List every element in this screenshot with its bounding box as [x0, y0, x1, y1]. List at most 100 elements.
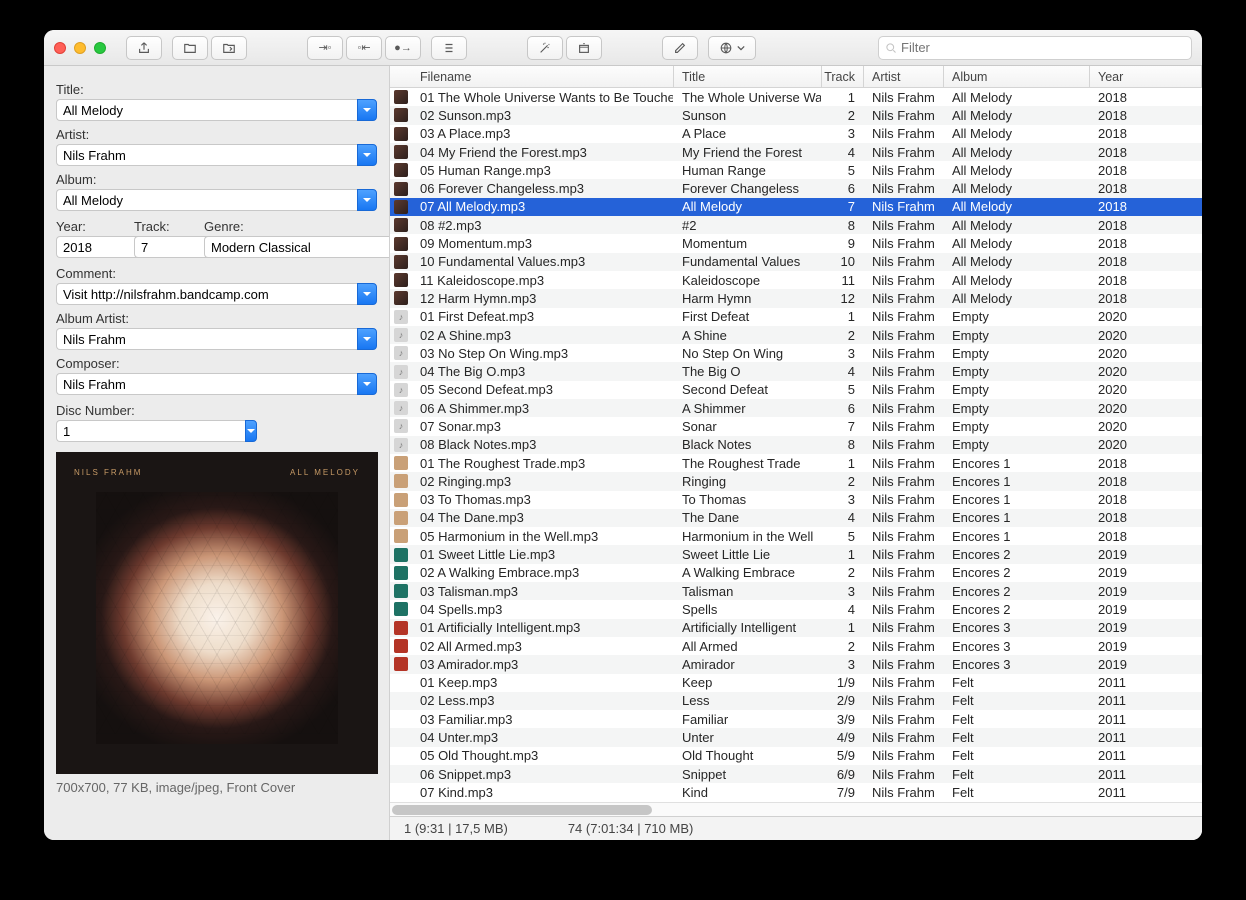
- cell-filename: 05 Old Thought.mp3: [412, 747, 674, 765]
- comment-field[interactable]: [56, 283, 377, 305]
- edit-button[interactable]: [662, 36, 698, 60]
- table-row[interactable]: 02 All Armed.mp3All Armed2Nils FrahmEnco…: [390, 637, 1202, 655]
- table-row[interactable]: 09 Momentum.mp3Momentum9Nils FrahmAll Me…: [390, 234, 1202, 252]
- open-folder-button[interactable]: [172, 36, 208, 60]
- table-row[interactable]: 04 My Friend the Forest.mp3My Friend the…: [390, 143, 1202, 161]
- artist-input[interactable]: [56, 144, 357, 166]
- title-field[interactable]: [56, 99, 377, 121]
- table-row[interactable]: 03 No Step On Wing.mp3No Step On Wing3Ni…: [390, 344, 1202, 362]
- genre-field[interactable]: [204, 236, 390, 258]
- table-row[interactable]: 01 The Roughest Trade.mp3The Roughest Tr…: [390, 454, 1202, 472]
- table-row[interactable]: 05 Old Thought.mp3Old Thought5/9Nils Fra…: [390, 747, 1202, 765]
- filter-search[interactable]: [878, 36, 1192, 60]
- cell-filename: 11 Kaleidoscope.mp3: [412, 271, 674, 289]
- archive-button[interactable]: [566, 36, 602, 60]
- table-row[interactable]: 02 Less.mp3Less2/9Nils FrahmFelt2011: [390, 692, 1202, 710]
- table-row[interactable]: 02 Sunson.mp3Sunson2Nils FrahmAll Melody…: [390, 106, 1202, 124]
- table-row[interactable]: 05 Harmonium in the Well.mp3Harmonium in…: [390, 527, 1202, 545]
- comment-dropdown[interactable]: [357, 283, 377, 305]
- share-button[interactable]: [126, 36, 162, 60]
- track-field[interactable]: [134, 236, 196, 258]
- copy-button[interactable]: ●→: [385, 36, 421, 60]
- edit-icon: [673, 41, 687, 55]
- col-track[interactable]: Track: [822, 66, 864, 87]
- table-row[interactable]: 02 Ringing.mp3Ringing2Nils FrahmEncores …: [390, 472, 1202, 490]
- title-input[interactable]: [56, 99, 357, 121]
- album-art[interactable]: NILS FRAHM ALL MELODY: [56, 452, 378, 774]
- composer-input[interactable]: [56, 373, 357, 395]
- table-row[interactable]: 04 The Big O.mp3The Big O4Nils FrahmEmpt…: [390, 362, 1202, 380]
- composer-dropdown[interactable]: [357, 373, 377, 395]
- table-row[interactable]: 02 A Shine.mp3A Shine2Nils FrahmEmpty202…: [390, 326, 1202, 344]
- table-row[interactable]: 05 Human Range.mp3Human Range5Nils Frahm…: [390, 161, 1202, 179]
- minimize-window-button[interactable]: [74, 42, 86, 54]
- table-row[interactable]: 08 Black Notes.mp3Black Notes8Nils Frahm…: [390, 436, 1202, 454]
- disc-number-field[interactable]: [56, 420, 156, 442]
- table-row[interactable]: 03 Amirador.mp3Amirador3Nils FrahmEncore…: [390, 655, 1202, 673]
- col-year[interactable]: Year: [1090, 66, 1202, 87]
- col-filename[interactable]: Filename: [412, 66, 674, 87]
- album-artist-field[interactable]: [56, 328, 377, 350]
- table-row[interactable]: 05 Second Defeat.mp3Second Defeat5Nils F…: [390, 381, 1202, 399]
- horizontal-scrollbar[interactable]: [390, 802, 1202, 816]
- album-artist-dropdown[interactable]: [357, 328, 377, 350]
- wand-button[interactable]: [527, 36, 563, 60]
- col-album[interactable]: Album: [944, 66, 1090, 87]
- table-rows[interactable]: 01 The Whole Universe Wants to Be Touche…: [390, 88, 1202, 802]
- table-row[interactable]: 07 Kind.mp3Kind7/9Nils FrahmFelt2011: [390, 783, 1202, 801]
- disc-number-input[interactable]: [56, 420, 245, 442]
- artist-dropdown[interactable]: [357, 144, 377, 166]
- scroll-thumb[interactable]: [392, 805, 652, 815]
- album-dropdown[interactable]: [357, 189, 377, 211]
- table-row[interactable]: 02 A Walking Embrace.mp3A Walking Embrac…: [390, 564, 1202, 582]
- table-row[interactable]: 03 Familiar.mp3Familiar3/9Nils FrahmFelt…: [390, 710, 1202, 728]
- cell-track: 1/9: [822, 674, 864, 692]
- globe-dropdown[interactable]: [708, 36, 756, 60]
- table-row[interactable]: 01 The Whole Universe Wants to Be Touche…: [390, 88, 1202, 106]
- col-icon[interactable]: [390, 66, 412, 87]
- table-row[interactable]: 08 #2.mp3#28Nils FrahmAll Melody2018: [390, 216, 1202, 234]
- col-artist[interactable]: Artist: [864, 66, 944, 87]
- table-row[interactable]: 01 Sweet Little Lie.mp3Sweet Little Lie1…: [390, 545, 1202, 563]
- table-row[interactable]: 06 Forever Changeless.mp3Forever Changel…: [390, 179, 1202, 197]
- cell-filename: 02 Ringing.mp3: [412, 472, 674, 490]
- list-button[interactable]: [431, 36, 467, 60]
- cell-artist: Nils Frahm: [864, 381, 944, 399]
- disc-number-dropdown[interactable]: [245, 420, 257, 442]
- album-swatch: [394, 419, 408, 433]
- table-row[interactable]: 12 Harm Hymn.mp3Harm Hymn12Nils FrahmAll…: [390, 289, 1202, 307]
- album-input[interactable]: [56, 189, 357, 211]
- album-field[interactable]: [56, 189, 377, 211]
- table-row[interactable]: 06 A Shimmer.mp3A Shimmer6Nils FrahmEmpt…: [390, 399, 1202, 417]
- table-row[interactable]: 01 First Defeat.mp3First Defeat1Nils Fra…: [390, 308, 1202, 326]
- year-field[interactable]: [56, 236, 126, 258]
- close-window-button[interactable]: [54, 42, 66, 54]
- table-row[interactable]: 01 Artificially Intelligent.mp3Artificia…: [390, 619, 1202, 637]
- zoom-window-button[interactable]: [94, 42, 106, 54]
- table-row[interactable]: 06 Snippet.mp3Snippet6/9Nils FrahmFelt20…: [390, 765, 1202, 783]
- table-row[interactable]: 07 All Melody.mp3All Melody7Nils FrahmAl…: [390, 198, 1202, 216]
- comment-input[interactable]: [56, 283, 357, 305]
- cell-year: 2018: [1090, 253, 1202, 271]
- table-row[interactable]: 04 Unter.mp3Unter4/9Nils FrahmFelt2011: [390, 728, 1202, 746]
- composer-field[interactable]: [56, 373, 377, 395]
- table-row[interactable]: 10 Fundamental Values.mp3Fundamental Val…: [390, 253, 1202, 271]
- title-dropdown[interactable]: [357, 99, 377, 121]
- col-title[interactable]: Title: [674, 66, 822, 87]
- album-artist-input[interactable]: [56, 328, 357, 350]
- table-row[interactable]: 11 Kaleidoscope.mp3Kaleidoscope11Nils Fr…: [390, 271, 1202, 289]
- file-to-tag-button[interactable]: ◦⇤: [346, 36, 382, 60]
- table-row[interactable]: 03 To Thomas.mp3To Thomas3Nils FrahmEnco…: [390, 491, 1202, 509]
- filter-input[interactable]: [901, 40, 1185, 55]
- table-row[interactable]: 03 A Place.mp3A Place3Nils FrahmAll Melo…: [390, 125, 1202, 143]
- table-row[interactable]: 04 The Dane.mp3The Dane4Nils FrahmEncore…: [390, 509, 1202, 527]
- table-row[interactable]: 07 Sonar.mp3Sonar7Nils FrahmEmpty2020: [390, 417, 1202, 435]
- table-row[interactable]: 04 Spells.mp3Spells4Nils FrahmEncores 22…: [390, 600, 1202, 618]
- artist-field[interactable]: [56, 144, 377, 166]
- tag-to-file-button[interactable]: ⇥◦: [307, 36, 343, 60]
- genre-input[interactable]: [204, 236, 390, 258]
- table-row[interactable]: 03 Talisman.mp3Talisman3Nils FrahmEncore…: [390, 582, 1202, 600]
- table-row[interactable]: 01 Keep.mp3Keep1/9Nils FrahmFelt2011: [390, 674, 1202, 692]
- add-folder-button[interactable]: [211, 36, 247, 60]
- cell-year: 2019: [1090, 545, 1202, 563]
